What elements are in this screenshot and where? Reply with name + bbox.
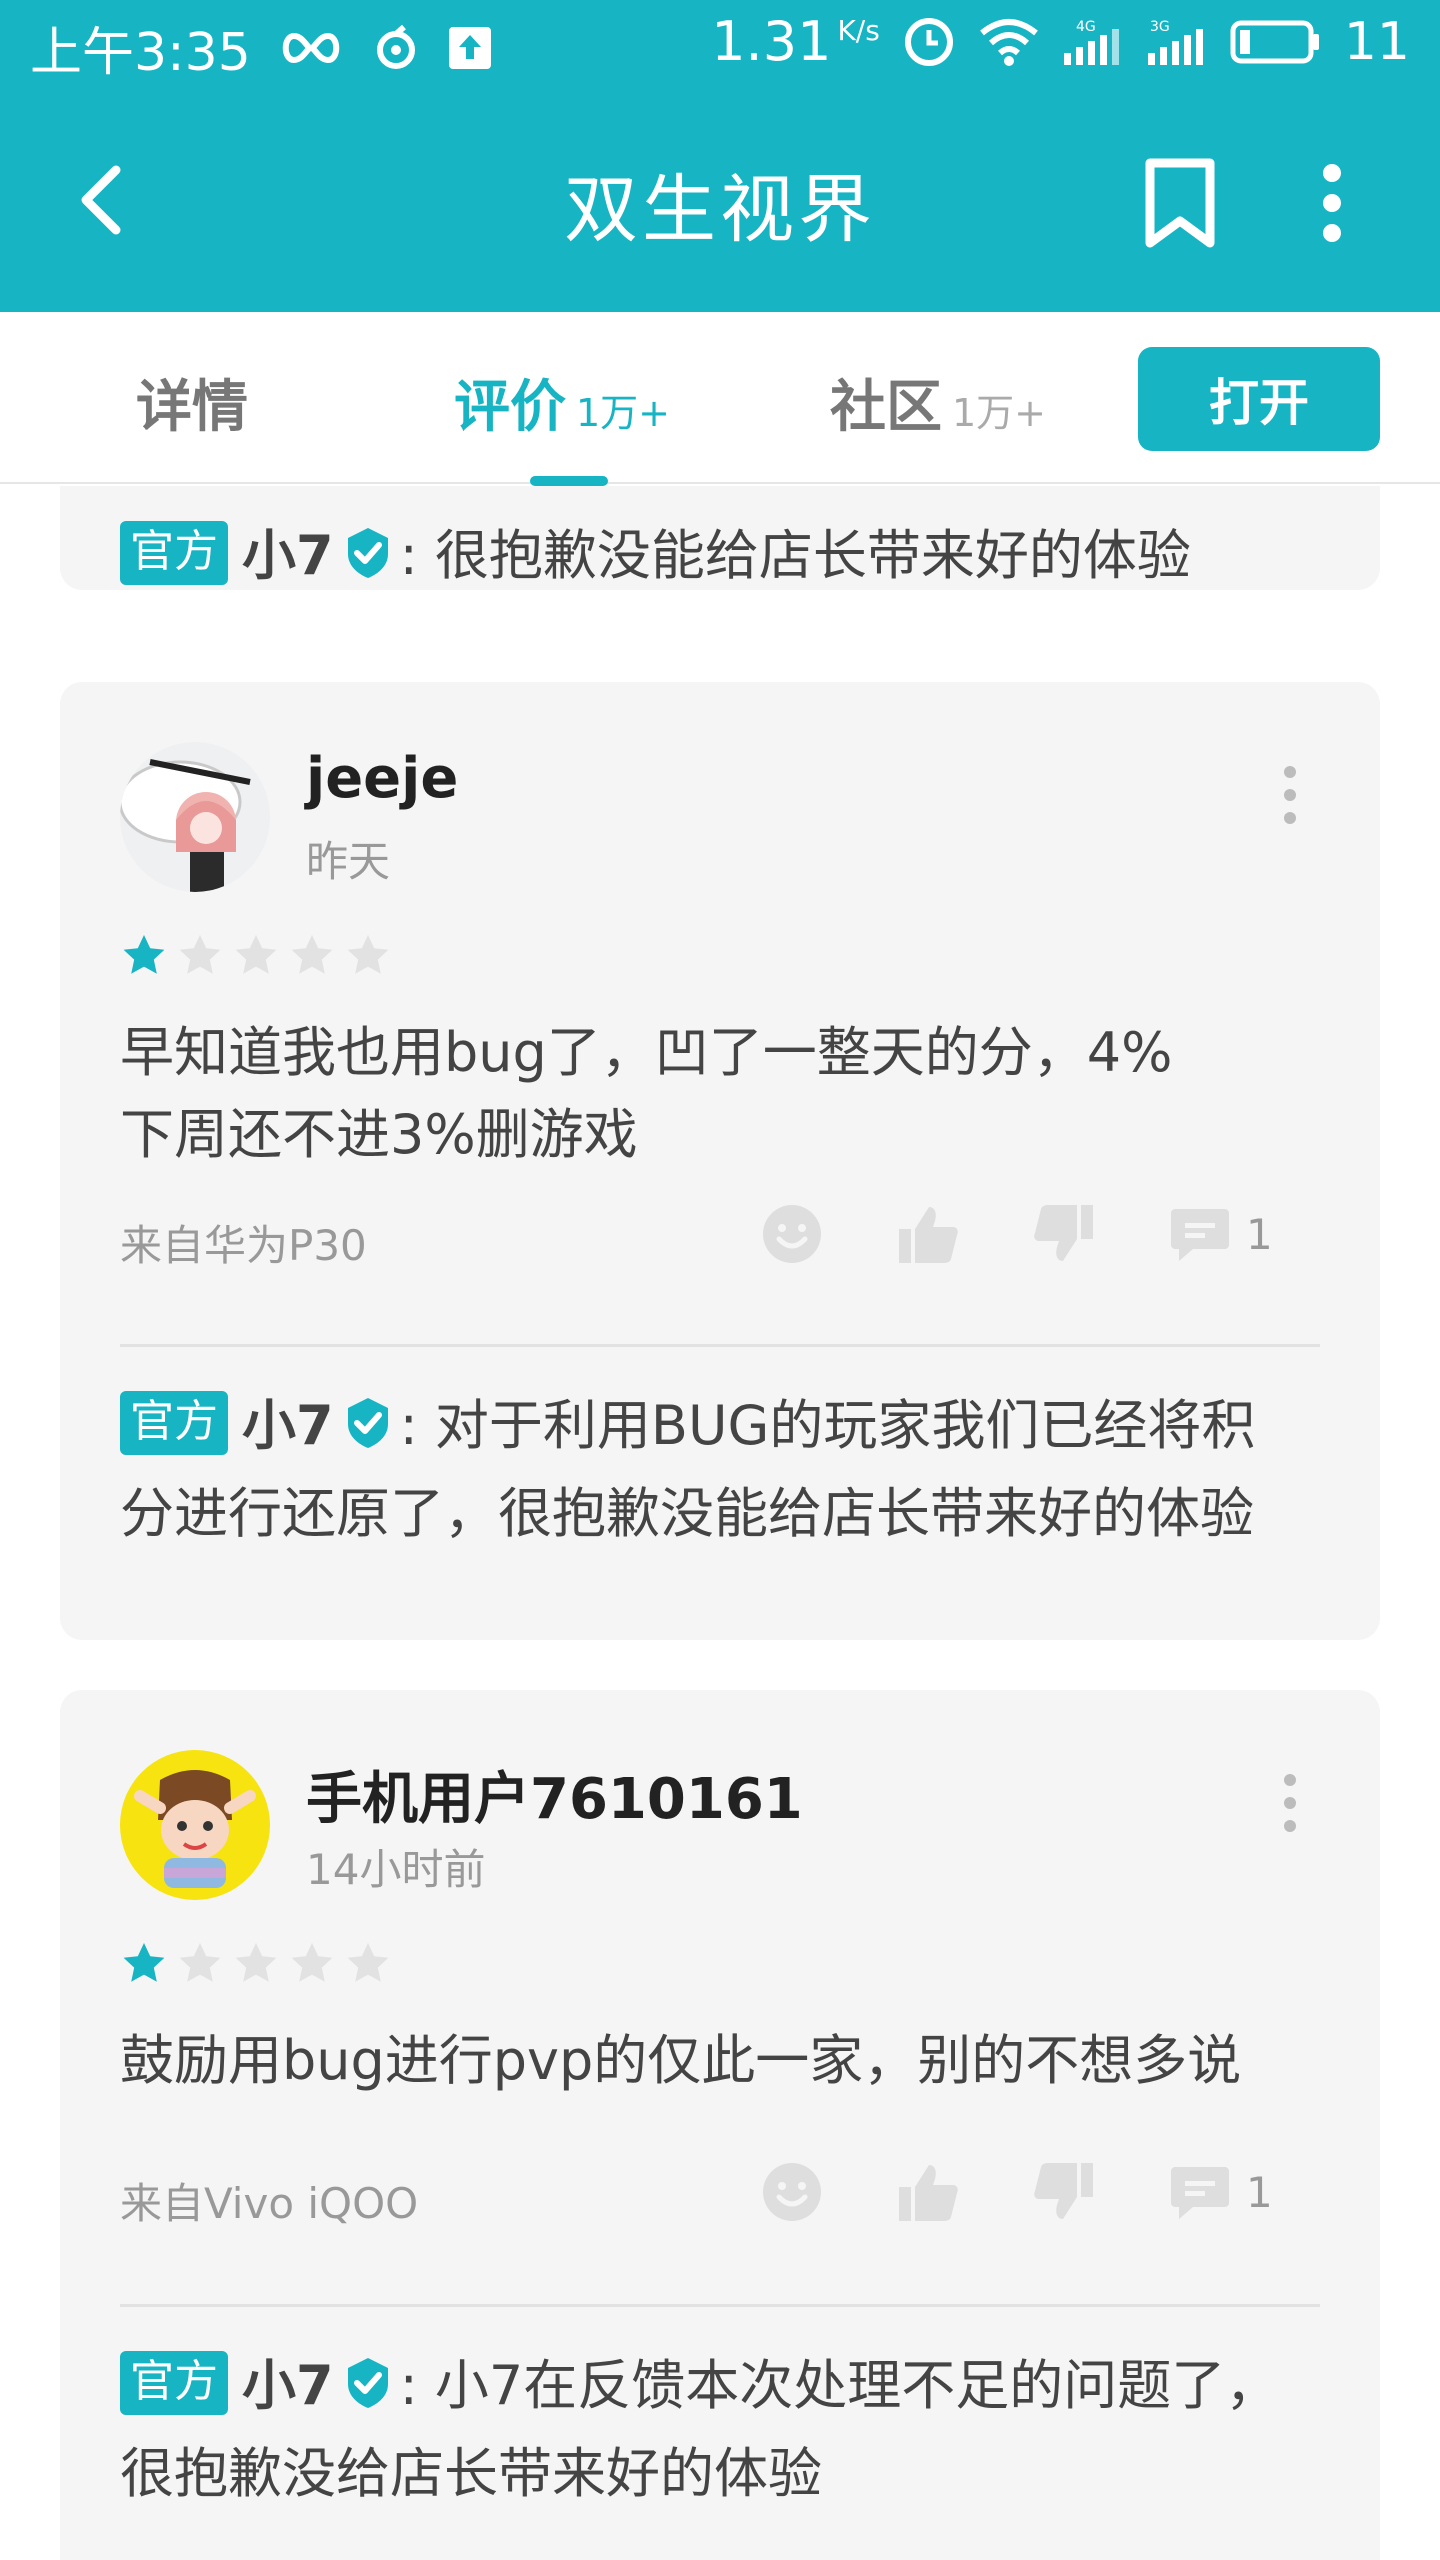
official-badge: 官方: [120, 1391, 228, 1455]
like-button[interactable]: [894, 2158, 962, 2226]
review-more-button[interactable]: [1270, 760, 1310, 830]
like-button[interactable]: [894, 1200, 962, 1268]
reply-author[interactable]: 小7: [242, 2354, 334, 2417]
sync-icon: [371, 23, 421, 73]
review-author[interactable]: 手机用户7610161: [306, 1754, 803, 1835]
more-options-button[interactable]: [1282, 148, 1382, 258]
review-card-partial: 官方 小7 : 很抱歉没能给店长带来好的体验: [60, 486, 1380, 590]
smiley-icon: [763, 1205, 821, 1263]
comment-icon: [1171, 1209, 1229, 1261]
emoji-react-button[interactable]: [758, 1200, 826, 1268]
battery-level: 11: [1343, 11, 1410, 72]
alarm-icon: [902, 15, 956, 69]
star-empty-icon: [179, 935, 221, 974]
signal-3g-icon: 3G: [1146, 17, 1208, 67]
comment-count: 1: [1246, 2167, 1273, 2217]
thumbs-up-icon: [899, 1207, 958, 1263]
tab-reviews-count: 1万+: [576, 391, 671, 435]
signal-4g-icon: 4G: [1062, 17, 1124, 67]
status-time: 上午3:35: [30, 23, 251, 83]
rating-stars: [120, 1940, 392, 1988]
bookmark-button[interactable]: [1130, 148, 1230, 258]
review-actions: 1: [758, 1200, 1273, 1268]
rating-stars: [120, 932, 392, 980]
tab-reviews[interactable]: 评价 1万+: [454, 362, 670, 443]
reply-author[interactable]: 小7: [242, 524, 334, 587]
review-author[interactable]: jeeje: [306, 746, 458, 811]
avatar[interactable]: [120, 742, 270, 892]
verified-icon: [347, 2358, 388, 2408]
app-bar: 双生视界: [0, 90, 1440, 312]
bookmark-icon: [1145, 158, 1215, 248]
review-more-button[interactable]: [1270, 1768, 1310, 1838]
active-tab-indicator: [530, 476, 608, 486]
comment-icon: [1171, 2167, 1229, 2219]
star-empty-icon: [347, 935, 389, 974]
review-actions: 1: [758, 2158, 1273, 2226]
reply-text: : 很抱歉没能给店长带来好的体验: [399, 524, 1191, 587]
upload-icon: [447, 25, 493, 71]
open-app-button[interactable]: 打开: [1138, 347, 1380, 451]
star-filled-icon: [123, 1943, 165, 1982]
dislike-button[interactable]: [1030, 2158, 1098, 2226]
verified-icon: [347, 528, 388, 578]
tab-bar: 详情 评价 1万+ 社区 1万+ 打开: [0, 312, 1440, 486]
star-filled-icon: [123, 935, 165, 974]
review-card: jeeje 昨天 早知道我也用bug了，凹了一整天的分，4% 下周还不进3%删游…: [60, 682, 1380, 1640]
review-text[interactable]: 鼓励用bug进行pvp的仅此一家，别的不想多说: [120, 2020, 1320, 2102]
emoji-react-button[interactable]: [758, 2158, 826, 2226]
reply-text-continued: 分进行还原了，很抱歉没能给店长带来好的体验: [120, 1482, 1254, 1545]
review-time: 昨天: [306, 837, 391, 886]
battery-icon: [1230, 19, 1322, 65]
star-empty-icon: [347, 1943, 389, 1982]
review-time: 14小时前: [306, 1845, 486, 1894]
star-empty-icon: [235, 935, 277, 974]
smiley-icon: [763, 2163, 821, 2221]
svg-text:4G: 4G: [1076, 19, 1096, 35]
divider: [120, 1344, 1320, 1347]
review-card: 手机用户7610161 14小时前 鼓励用bug进行pvp的仅此一家，别的不想多…: [60, 1690, 1380, 2560]
star-empty-icon: [291, 1943, 333, 1982]
official-reply: 官方 小7 : 很抱歉没能给店长带来好的体验: [120, 512, 1370, 600]
network-speed: 1.31 K/s: [711, 10, 880, 73]
avatar[interactable]: [120, 1750, 270, 1900]
svg-text:3G: 3G: [1150, 19, 1170, 35]
reply-text-continued: 很抱歉没给店长带来好的体验: [120, 2442, 822, 2505]
divider: [120, 2304, 1320, 2307]
star-empty-icon: [179, 1943, 221, 1982]
reply-author[interactable]: 小7: [242, 1394, 334, 1457]
comment-button[interactable]: [1166, 2158, 1234, 2226]
tab-community-count: 1万+: [952, 391, 1047, 435]
thumbs-down-icon: [1034, 1205, 1093, 1261]
thumbs-up-icon: [899, 2165, 958, 2221]
more-vertical-icon: [1323, 164, 1341, 242]
official-reply: 官方 小7 : 小7在反馈本次处理不足的问题了， 很抱歉没给店长带来好的体验: [120, 2342, 1370, 2518]
star-empty-icon: [291, 935, 333, 974]
official-badge: 官方: [120, 2351, 228, 2415]
tab-community[interactable]: 社区 1万+: [830, 362, 1046, 443]
dislike-button[interactable]: [1030, 1200, 1098, 1268]
wifi-icon: [978, 17, 1040, 67]
reviews-list[interactable]: 官方 小7: 很抱歉没能给店长带来好的体验 jeeje 昨天 早知道我也用bug…: [0, 486, 1440, 2560]
official-badge: 官方: [120, 521, 228, 585]
star-empty-icon: [235, 1943, 277, 1982]
verified-icon: [347, 1398, 388, 1448]
device-source: 来自Vivo iQOO: [120, 2179, 419, 2228]
reply-text: : 对于利用BUG的玩家我们已经将积: [399, 1394, 1256, 1457]
official-reply: 官方 小7 : 对于利用BUG的玩家我们已经将积 分进行还原了，很抱歉没能给店长带来…: [120, 1382, 1370, 1558]
thumbs-down-icon: [1034, 2163, 1093, 2219]
infinity-icon: [277, 28, 345, 68]
reply-text: : 小7在反馈本次处理不足的问题了，: [399, 2354, 1280, 2417]
review-text[interactable]: 早知道我也用bug了，凹了一整天的分，4% 下周还不进3%删游戏: [120, 1012, 1320, 1176]
device-source: 来自华为P30: [120, 1221, 367, 1270]
tab-details[interactable]: 详情: [136, 362, 248, 443]
status-bar: 上午3:35 1.31 K/s 4G 3G 11: [0, 0, 1440, 90]
comment-count: 1: [1246, 1209, 1273, 1259]
comment-button[interactable]: [1166, 1200, 1234, 1268]
